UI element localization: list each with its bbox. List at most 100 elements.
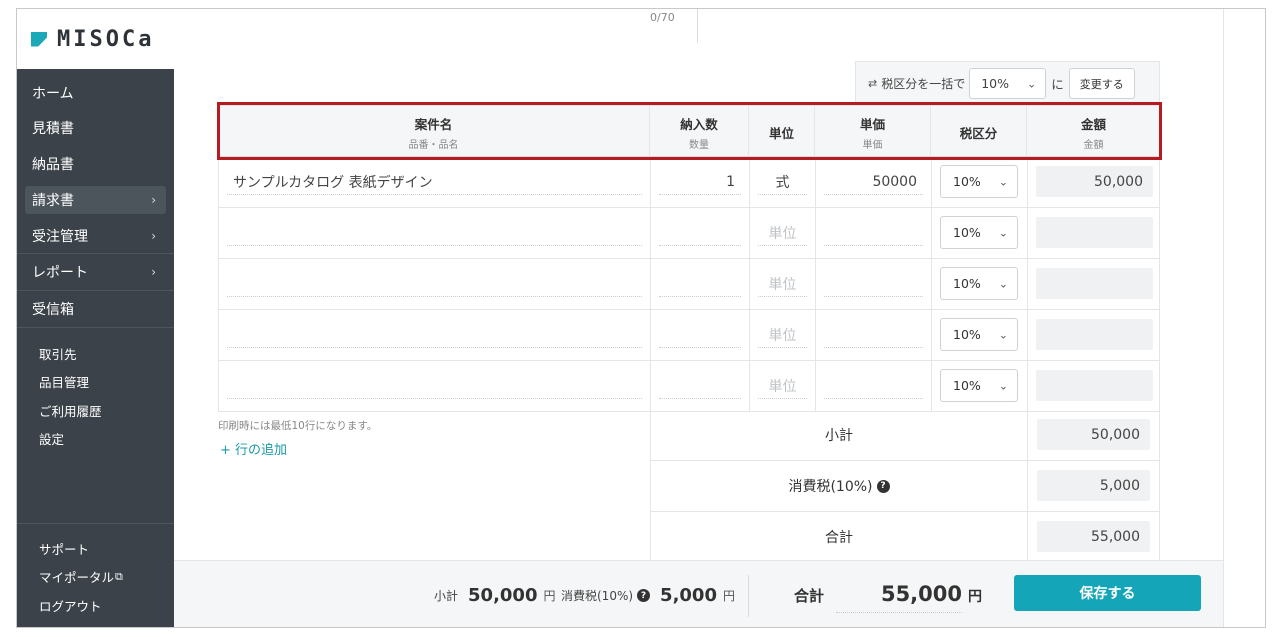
total-row: 合計 55,000 xyxy=(650,512,1160,563)
chevron-down-icon: ⌄ xyxy=(998,226,1008,239)
subtotal-row: 小計 50,000 xyxy=(650,410,1160,461)
external-link-icon: ⧉ xyxy=(115,569,123,583)
footer-bar: 小計 50,000 円 消費税(10%) ? 5,000 円 合計 55,000… xyxy=(174,560,1223,627)
bulk-tax-select[interactable]: 10% ⌄ xyxy=(969,68,1047,99)
sidebar-item-products[interactable]: 品目管理 xyxy=(17,368,174,397)
tax-category-select[interactable]: 10% ⌄ xyxy=(940,165,1018,198)
save-button[interactable]: 保存する xyxy=(1014,575,1201,611)
help-icon[interactable]: ? xyxy=(876,479,890,493)
quantity-cell xyxy=(651,259,750,309)
unit-cell: 単位 xyxy=(750,259,816,309)
unit-price-input[interactable]: 50000 xyxy=(824,169,923,195)
unit-input[interactable]: 単位 xyxy=(758,373,807,399)
item-name-cell xyxy=(219,208,651,258)
table-row: 単位 10% ⌄ xyxy=(218,361,1160,412)
amount-cell xyxy=(1028,259,1161,309)
subtotal-label: 小計 xyxy=(651,410,1028,460)
sidebar-item-label: 見積書 xyxy=(32,121,74,138)
item-name-cell: サンプルカタログ 表紙デザイン xyxy=(219,157,651,207)
sidebar-item-logout[interactable]: ログアウト xyxy=(17,591,174,620)
help-icon[interactable]: ? xyxy=(637,589,651,602)
unit-input[interactable]: 単位 xyxy=(758,271,807,297)
unit-input[interactable]: 式 xyxy=(758,169,807,195)
tax-category-select[interactable]: 10% ⌄ xyxy=(940,369,1018,402)
add-row-link[interactable]: + 行の追加 xyxy=(220,439,287,458)
footer-subtotal: 小計 50,000 円 xyxy=(434,561,556,627)
amount-value xyxy=(1036,268,1153,299)
chevron-right-icon: › xyxy=(151,265,156,280)
item-name-input[interactable] xyxy=(227,220,642,246)
table-row: 単位 10% ⌄ xyxy=(218,310,1160,361)
main-nav: ホーム 見積書 納品書 請求書 › 受注管理 › レポート › 受信箱 xyxy=(17,75,174,328)
bulk-tax-apply-button[interactable]: 変更する xyxy=(1068,68,1135,99)
tax-category-value: 10% xyxy=(953,276,981,291)
quantity-input[interactable] xyxy=(659,322,741,348)
sidebar-item-estimates[interactable]: 見積書 xyxy=(17,111,174,147)
bulk-tax-suffix: に xyxy=(1051,77,1064,92)
sidebar-item-label: レポート xyxy=(32,265,88,282)
sidebar-item-delivery-notes[interactable]: 納品書 xyxy=(17,146,174,182)
sidebar-item-my-portal[interactable]: マイポータル ⧉ xyxy=(17,563,174,592)
amount-value: 50,000 xyxy=(1036,166,1153,197)
sidebar-item-clients[interactable]: 取引先 xyxy=(17,339,174,368)
unit-input[interactable]: 単位 xyxy=(758,322,807,348)
header-title: 案件名 xyxy=(414,116,453,132)
quantity-input[interactable] xyxy=(659,220,741,246)
header-subtitle: 数量 xyxy=(689,139,709,151)
item-name-input[interactable] xyxy=(227,373,642,399)
tax-category-value: 10% xyxy=(953,378,981,393)
sidebar-item-inbox[interactable]: 受信箱 xyxy=(17,291,174,327)
tax-category-select[interactable]: 10% ⌄ xyxy=(940,216,1018,249)
unit-price-input[interactable] xyxy=(824,271,923,297)
divider xyxy=(748,575,749,617)
total-value: 55,000 xyxy=(1037,521,1150,552)
chevron-right-icon: › xyxy=(151,192,156,207)
unit-price-input[interactable] xyxy=(824,322,923,348)
item-name-cell xyxy=(219,361,651,411)
tax-category-cell: 10% ⌄ xyxy=(932,310,1028,360)
sidebar-item-orders[interactable]: 受注管理 › xyxy=(17,218,174,254)
sidebar-item-home[interactable]: ホーム xyxy=(17,75,174,111)
tax-category-select[interactable]: 10% ⌄ xyxy=(940,318,1018,351)
sidebar-item-reports[interactable]: レポート › xyxy=(17,254,174,290)
chevron-down-icon: ⌄ xyxy=(1027,77,1037,90)
sidebar-item-invoices[interactable]: 請求書 › xyxy=(25,185,166,214)
footer-total-label: 合計 xyxy=(794,587,825,605)
item-name-input[interactable] xyxy=(227,271,642,297)
quantity-cell xyxy=(651,310,750,360)
header-unit: 単位 xyxy=(749,106,815,158)
quantity-input[interactable]: 1 xyxy=(659,169,741,195)
amount-value xyxy=(1036,217,1153,248)
unit-input[interactable]: 単位 xyxy=(758,220,807,246)
item-name-input[interactable] xyxy=(227,322,642,348)
swap-arrows-icon: ⇄ xyxy=(868,77,878,90)
sidebar-item-settings[interactable]: 設定 xyxy=(17,425,174,454)
table-row: サンプルカタログ 表紙デザイン 1 式 50000 10% ⌄ 50,000 xyxy=(218,157,1160,208)
unit-cell: 単位 xyxy=(750,361,816,411)
quantity-input[interactable] xyxy=(659,271,741,297)
unit-price-input[interactable] xyxy=(824,220,923,246)
bulk-tax-panel: ⇄ 税区分を一括で 10% ⌄ に 変更する xyxy=(855,61,1160,105)
amount-value xyxy=(1036,319,1153,350)
header-title: 単価 xyxy=(859,116,885,132)
logo[interactable]: MISOCa xyxy=(17,9,174,69)
print-note: 印刷時には最低10行になります。 xyxy=(218,420,378,432)
item-name-input[interactable]: サンプルカタログ 表紙デザイン xyxy=(227,169,642,195)
char-counter: 0/70 xyxy=(650,11,675,24)
unit-cell: 式 xyxy=(750,157,816,207)
yen-unit: 円 xyxy=(543,589,556,603)
amount-cell: 50,000 xyxy=(1028,157,1161,207)
sidebar-item-support[interactable]: サポート xyxy=(17,534,174,563)
footer-subtotal-label: 小計 xyxy=(434,589,459,603)
line-items-table: 案件名 品番・品名 納入数 数量 単位 単価 単価 税区分 金額 金額 サンプルカタログ… xyxy=(218,105,1160,412)
footer-tax: 消費税(10%) ? 5,000 円 xyxy=(561,561,735,627)
unit-price-cell xyxy=(816,361,932,411)
header-item-name: 案件名 品番・品名 xyxy=(218,106,650,158)
amount-value xyxy=(1036,370,1153,401)
unit-cell: 単位 xyxy=(750,310,816,360)
quantity-input[interactable] xyxy=(659,373,741,399)
tax-category-select[interactable]: 10% ⌄ xyxy=(940,267,1018,300)
unit-price-input[interactable] xyxy=(824,373,923,399)
sidebar-item-usage-history[interactable]: ご利用履歴 xyxy=(17,396,174,425)
logo-mark-icon xyxy=(31,31,47,47)
